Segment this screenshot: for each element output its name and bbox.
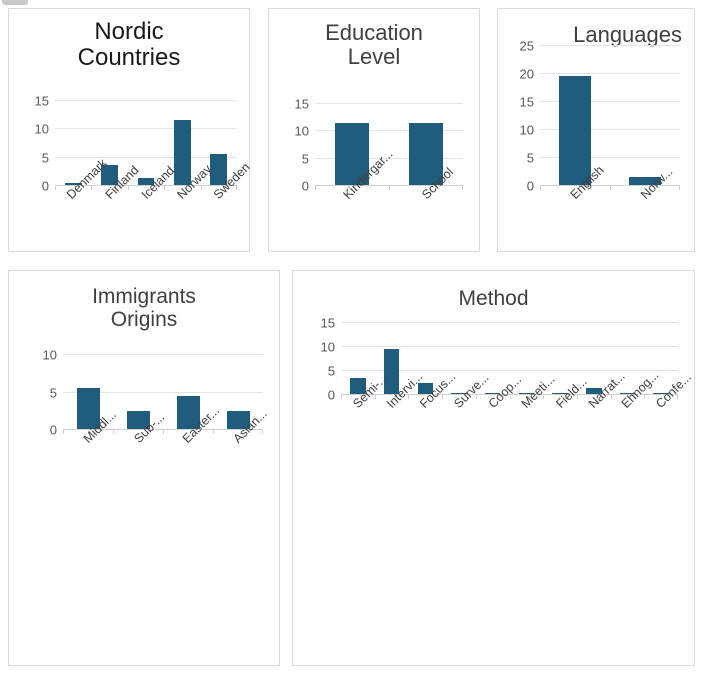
x-tick-slot: Kindergar... xyxy=(315,147,395,202)
chart-title-education-level: Education Level xyxy=(325,20,423,70)
x-tick-slot: Confe... xyxy=(644,370,694,411)
x-tick-slot: Denmark xyxy=(55,156,110,202)
chart-card-education-level[interactable]: Education Level 0 5 10 15 Kindergar... Schoo… xyxy=(268,8,480,252)
x-tick-slot: Surve... xyxy=(442,371,491,411)
y-axis-tick-label: 20 xyxy=(519,66,534,82)
y-axis-tick-label: 0 xyxy=(41,178,49,194)
x-tick-slot: English xyxy=(540,163,610,202)
x-tick-slot: Intervi... xyxy=(375,370,425,411)
x-tick-slot: Sweden xyxy=(201,160,253,202)
y-axis-tick-label: 5 xyxy=(41,150,49,166)
plot-area-languages: 0 5 10 15 20 25 xyxy=(520,39,680,194)
x-tick-slot: Easter... xyxy=(163,404,222,446)
x-axis-labels-education: Kindergar... School xyxy=(315,147,463,202)
x-tick-slot: Norw... xyxy=(610,164,680,201)
window-chrome-artifact xyxy=(2,0,28,5)
x-tick-slot: Narrat... xyxy=(577,369,628,411)
y-axis-tick-label: 10 xyxy=(42,347,57,363)
x-tick-slot: Sub-... xyxy=(113,410,167,446)
y-axis-tick-label: 0 xyxy=(526,178,534,194)
y-axis-tick-label: 0 xyxy=(301,178,309,194)
dashboard-page: Nordic Countries 0 5 10 15 Denmark Finland Ic… xyxy=(0,0,702,675)
y-axis-tick-label: 0 xyxy=(327,387,335,403)
bar-slot[interactable] xyxy=(610,46,680,190)
x-tick-slot: Iceland xyxy=(128,163,177,201)
x-tick-slot: Middl... xyxy=(63,408,119,446)
bar-group-languages xyxy=(540,46,680,190)
x-tick-slot: Meeti... xyxy=(510,372,558,411)
chart-card-nordic-countries[interactable]: Nordic Countries 0 5 10 15 Denmark Finland Ic… xyxy=(8,8,253,252)
x-tick-slot: Focus... xyxy=(408,370,458,411)
chart-card-method[interactable]: Method 0 5 10 15 Semi-... Intervi... Focus...… xyxy=(292,270,695,666)
y-axis-tick-label: 0 xyxy=(49,422,57,438)
x-tick-slot: School xyxy=(389,165,463,202)
x-tick-slot: Norway xyxy=(164,162,215,202)
y-axis-tick-label: 5 xyxy=(526,150,534,166)
x-tick-slot: Asian... xyxy=(213,407,269,446)
y-axis-tick-label: 15 xyxy=(34,93,49,109)
bar[interactable] xyxy=(174,119,191,186)
chart-title-nordic-countries: Nordic Countries xyxy=(77,18,181,72)
y-axis-tick-label: 5 xyxy=(49,385,57,400)
x-tick-slot: Field... xyxy=(543,374,589,410)
chart-card-languages[interactable]: Languages 0 5 10 15 20 25 English Norw... xyxy=(497,8,695,252)
y-axis-tick-label: 15 xyxy=(320,315,335,331)
y-axis-tick-label: 10 xyxy=(320,339,335,355)
y-axis-tick-label: 5 xyxy=(301,151,309,167)
y-axis-tick-label: 5 xyxy=(327,363,335,379)
x-tick-slot: Semi-... xyxy=(341,371,390,411)
y-axis-tick-label: 10 xyxy=(34,121,49,137)
x-axis-labels-nordic: Denmark Finland Iceland Norway Sweden xyxy=(55,156,253,202)
x-axis-labels-languages: English Norw... xyxy=(540,163,680,202)
chart-title-immigrants-origins: Immigrants Origins xyxy=(92,285,196,332)
y-axis-tick-label: 15 xyxy=(519,94,534,110)
y-axis-tick-label: 10 xyxy=(519,122,534,138)
chart-card-immigrants-origins[interactable]: Immigrants Origins 0 5 10 Middl... Sub-... E… xyxy=(8,270,280,666)
y-axis-tick-label: 10 xyxy=(294,123,309,139)
chart-title-method: Method xyxy=(458,287,529,310)
x-axis-labels-immigrants: Middl... Sub-... Easter... Asian... xyxy=(63,404,270,446)
bar[interactable] xyxy=(558,75,592,186)
y-axis-tick-label: 25 xyxy=(519,38,534,54)
y-axis-tick-label: 15 xyxy=(294,96,309,112)
x-tick-slot: Ehnog... xyxy=(611,368,662,411)
x-tick-slot: Coop... xyxy=(476,372,523,410)
x-tick-slot: Finland xyxy=(91,163,141,202)
x-axis-labels-method: Semi-... Intervi... Focus... Surve... Coop..… xyxy=(341,368,694,411)
